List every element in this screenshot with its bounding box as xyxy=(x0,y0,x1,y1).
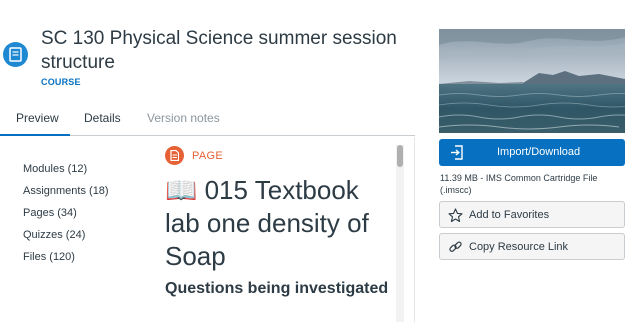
contents-item-files[interactable]: Files (120) xyxy=(23,252,109,274)
contents-item-assignments[interactable]: Assignments (18) xyxy=(23,186,109,208)
copy-resource-link-button[interactable]: Copy Resource Link xyxy=(439,233,625,260)
star-icon xyxy=(448,208,463,223)
contents-item-pages[interactable]: Pages (34) xyxy=(23,208,109,230)
active-tab-indicator xyxy=(0,134,70,136)
import-icon xyxy=(451,145,463,160)
add-to-favorites-label: Add to Favorites xyxy=(469,209,550,221)
preview-scrollbar[interactable] xyxy=(396,145,404,322)
tab-preview[interactable]: Preview xyxy=(16,111,59,125)
column-divider xyxy=(414,137,415,322)
section-heading: Questions being investigated xyxy=(165,280,389,297)
import-download-button[interactable]: Import/Download xyxy=(439,139,625,166)
add-to-favorites-button[interactable]: Add to Favorites xyxy=(439,201,625,228)
link-icon xyxy=(449,241,462,252)
resource-thumbnail xyxy=(439,29,625,133)
resource-title: SC 130 Physical Science summer session s… xyxy=(41,28,397,73)
contents-item-modules[interactable]: Modules (12) xyxy=(23,164,109,186)
content-preview: PAGE 📖 015 Textbook lab one density of S… xyxy=(165,145,405,322)
file-info: 11.39 MB - IMS Common Cartridge File (.i… xyxy=(440,173,598,195)
tab-version-notes[interactable]: Version notes xyxy=(147,111,220,125)
page-type-label: PAGE xyxy=(192,150,223,162)
contents-list: Modules (12) Assignments (18) Pages (34)… xyxy=(23,164,109,274)
tab-details[interactable]: Details xyxy=(84,111,121,125)
import-download-label: Import/Download xyxy=(497,146,581,158)
resource-type-label: COURSE xyxy=(41,77,81,87)
copy-resource-link-label: Copy Resource Link xyxy=(469,241,569,253)
scrollbar-thumb[interactable] xyxy=(397,145,403,167)
course-book-icon xyxy=(3,42,28,67)
page-icon xyxy=(165,146,184,165)
contents-item-quizzes[interactable]: Quizzes (24) xyxy=(23,230,109,252)
tab-bar: Preview Details Version notes xyxy=(0,103,415,136)
page-title: 📖 015 Textbook lab one density of Soap xyxy=(165,175,369,271)
